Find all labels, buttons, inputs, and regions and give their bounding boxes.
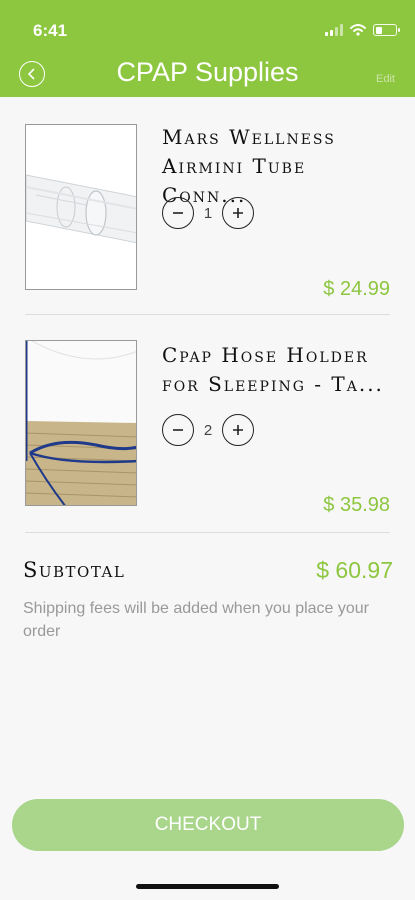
checkout-button[interactable]: CHECKOUT [12,799,404,851]
minus-icon [173,429,183,431]
item-price: $ 35.98 [323,494,390,516]
quantity-stepper: 1 [162,197,254,229]
shipping-note: Shipping fees will be added when you pla… [23,600,370,640]
status-icons [325,24,400,36]
edit-button[interactable]: Edit [376,73,395,85]
wifi-icon [350,24,366,36]
increase-button[interactable] [222,414,254,446]
battery-icon [373,24,400,36]
divider [25,314,390,315]
decrease-button[interactable] [162,414,194,446]
quantity-stepper: 2 [162,414,254,446]
product-image [25,124,137,290]
subtotal-value: $ 60.97 [316,557,393,583]
subtotal-label: Subtotal [23,558,126,582]
plus-icon [233,208,243,218]
quantity-value: 2 [203,421,213,439]
increase-button[interactable] [222,197,254,229]
home-indicator [136,884,279,889]
decrease-button[interactable] [162,197,194,229]
app-header: 6:41 CPAP Supplies Edit [0,0,415,97]
divider [25,532,390,533]
page-title: CPAP Supplies [116,57,299,87]
quantity-value: 1 [203,204,213,222]
product-image [25,340,137,506]
minus-icon [173,212,183,214]
signal-icon [325,24,343,36]
item-name[interactable]: Cpap Hose Holder for Sleeping - Ta... [162,341,397,399]
item-price: $ 24.99 [323,278,390,300]
status-time: 6:41 [33,21,68,40]
plus-icon [233,425,243,435]
